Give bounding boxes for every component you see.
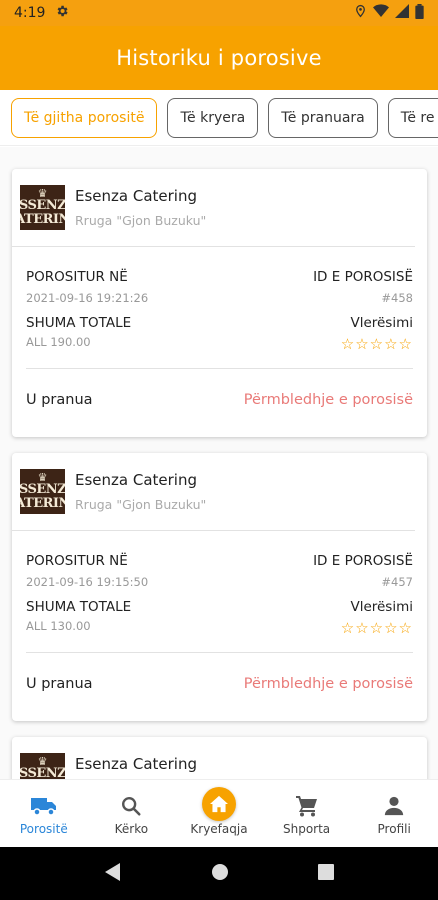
filter-chip-accepted[interactable]: Të pranuara — [268, 97, 378, 138]
system-navigation-bar — [0, 847, 438, 900]
nav-home[interactable]: Kryefaqja — [175, 780, 263, 847]
home-icon — [201, 786, 236, 821]
restaurant-name: Esenza Catering — [75, 755, 197, 773]
restaurant-address: Rruga "Gjon Buzuku" — [75, 497, 207, 512]
nav-orders[interactable]: Porositë — [0, 780, 88, 847]
app-bar: Historiku i porosive — [0, 26, 438, 90]
restaurant-name: Esenza Catering — [75, 187, 197, 205]
bottom-navigation: Porositë Kërko Kryefaqja Shporta Profili — [0, 779, 438, 847]
cart-icon — [295, 792, 319, 820]
filter-chips: Të gjitha porositë Të kryera Të pranuara… — [0, 90, 438, 146]
order-summary-link[interactable]: Përmbledhje e porosisë — [244, 392, 413, 408]
restaurant-logo: ♛ SSENZ ATERIN — [20, 185, 65, 230]
logo-text-line1: SSENZ — [20, 766, 65, 780]
order-info: POROSITUR NË ID E POROSISË 2021-09-16 19… — [26, 247, 413, 369]
order-card-header: ♛ SSENZ ATERIN Esenza Catering Rruga "Gj… — [12, 453, 415, 531]
rating-label: Vlerësimi — [350, 599, 413, 615]
order-date: 2021-09-16 19:15:50 — [26, 575, 149, 589]
order-summary-link[interactable]: Përmbledhje e porosisë — [244, 676, 413, 692]
logo-text-line2: ATERIN — [20, 212, 65, 227]
nav-label: Profili — [377, 821, 411, 836]
status-time: 4:19 — [14, 5, 46, 21]
order-total: ALL 130.00 — [26, 619, 91, 633]
logo-text-line1: SSENZ — [20, 198, 65, 213]
orders-list[interactable]: ♛ SSENZ ATERIN Esenza Catering Rruga "Gj… — [0, 147, 438, 779]
filter-chip-completed[interactable]: Të kryera — [167, 97, 259, 138]
restaurant-logo: ♛ SSENZ ATERIN — [20, 753, 65, 779]
restaurant-name: Esenza Catering — [75, 471, 197, 489]
back-icon[interactable] — [104, 862, 122, 886]
filter-chip-all[interactable]: Të gjitha porositë — [11, 97, 158, 138]
order-status: U pranua — [26, 392, 93, 408]
order-id: #458 — [381, 291, 413, 305]
total-label: SHUMA TOTALE — [26, 599, 132, 615]
person-icon — [383, 792, 405, 820]
search-icon — [120, 792, 142, 820]
recents-icon[interactable] — [317, 863, 334, 884]
filter-chip-new[interactable]: Të re — [387, 97, 438, 138]
signal-icon — [395, 4, 409, 22]
order-id: #457 — [381, 575, 413, 589]
nav-search[interactable]: Kërko — [88, 780, 176, 847]
ordered-at-label: POROSITUR NË — [26, 269, 128, 285]
nav-label: Kryefaqja — [190, 821, 248, 836]
logo-text-line2: ATERIN — [20, 496, 65, 511]
truck-icon — [30, 792, 58, 820]
nav-label: Shporta — [282, 821, 331, 836]
rating-stars: ☆☆☆☆☆ — [340, 619, 413, 637]
logo-text-line1: SSENZ — [20, 482, 65, 497]
nav-cart[interactable]: Shporta — [263, 780, 351, 847]
rating-stars: ☆☆☆☆☆ — [340, 335, 413, 353]
nav-label: Kërko — [114, 821, 149, 836]
rating-label: Vlerësimi — [350, 315, 413, 331]
order-id-label: ID E POROSISË — [313, 553, 413, 569]
settings-gear-icon — [55, 4, 69, 22]
location-icon — [354, 4, 367, 22]
order-info: POROSITUR NË ID E POROSISË 2021-09-16 19… — [26, 531, 413, 653]
restaurant-logo: ♛ SSENZ ATERIN — [20, 469, 65, 514]
order-card[interactable]: ♛ SSENZ ATERIN Esenza Catering Rruga "Gj… — [12, 169, 427, 437]
ordered-at-label: POROSITUR NË — [26, 553, 128, 569]
wifi-icon — [373, 4, 389, 22]
order-card-header: ♛ SSENZ ATERIN Esenza Catering — [12, 737, 415, 779]
order-card[interactable]: ♛ SSENZ ATERIN Esenza Catering — [12, 737, 427, 779]
order-card-header: ♛ SSENZ ATERIN Esenza Catering Rruga "Gj… — [12, 169, 415, 247]
order-total: ALL 190.00 — [26, 335, 91, 349]
home-button-icon[interactable] — [211, 863, 229, 885]
nav-profile[interactable]: Profili — [350, 780, 438, 847]
battery-icon — [415, 3, 424, 23]
order-card[interactable]: ♛ SSENZ ATERIN Esenza Catering Rruga "Gj… — [12, 453, 427, 721]
total-label: SHUMA TOTALE — [26, 315, 132, 331]
order-status: U pranua — [26, 676, 93, 692]
page-title: Historiku i porosive — [116, 46, 322, 70]
nav-label: Porositë — [19, 821, 68, 836]
order-date: 2021-09-16 19:21:26 — [26, 291, 149, 305]
status-bar: 4:19 — [0, 0, 438, 26]
order-id-label: ID E POROSISË — [313, 269, 413, 285]
restaurant-address: Rruga "Gjon Buzuku" — [75, 213, 207, 228]
